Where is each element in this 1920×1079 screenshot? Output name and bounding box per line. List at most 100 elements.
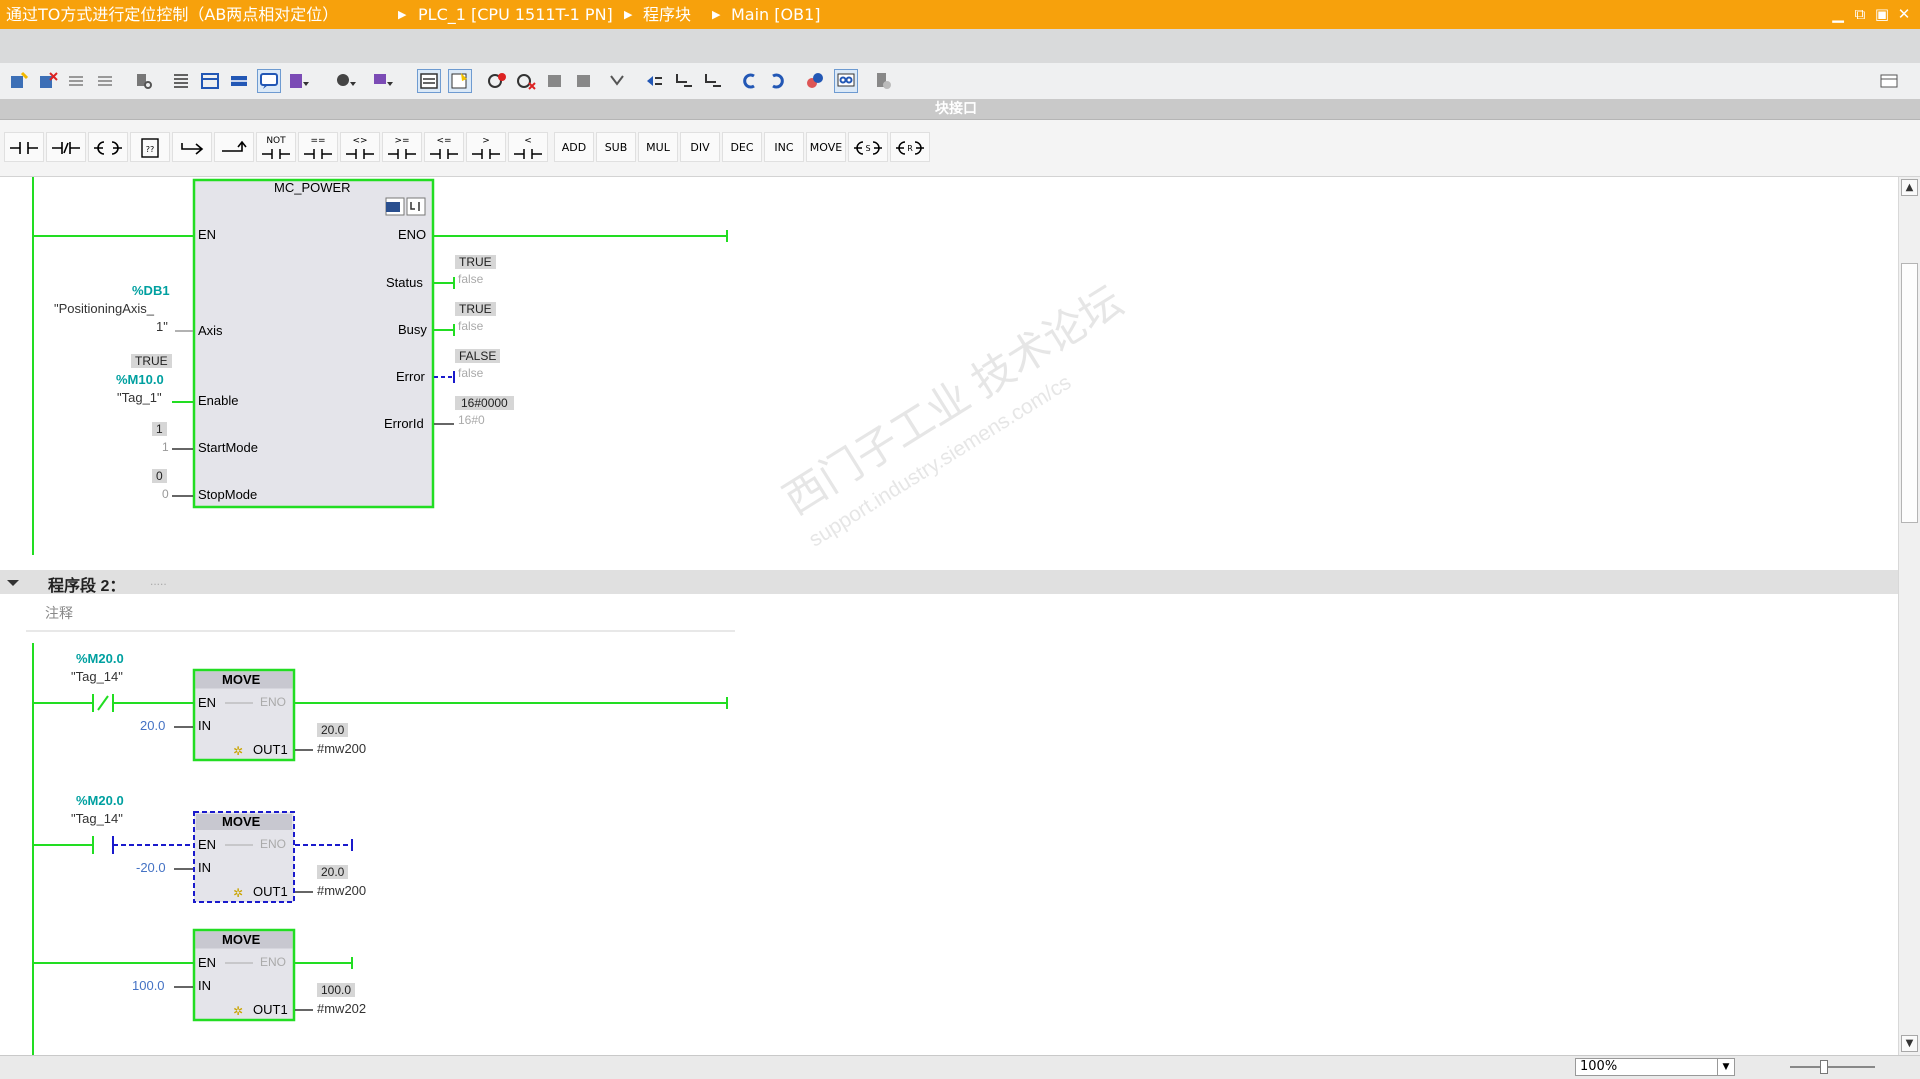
axis-tag-line1[interactable]: "PositioningAxis_	[54, 301, 154, 316]
move2-in-value[interactable]: -20.0	[136, 860, 166, 875]
add-row-icon[interactable]	[95, 70, 117, 92]
div-button[interactable]: DIV	[680, 132, 720, 162]
block-interface-bar[interactable]: 块接口	[0, 99, 1920, 120]
close-branch-button[interactable]	[214, 132, 254, 162]
axis-address[interactable]: %DB1	[132, 283, 170, 298]
highlight-icon[interactable]	[448, 69, 472, 93]
cmp-le-button[interactable]: <=	[424, 132, 464, 162]
network-overview-icon[interactable]	[417, 69, 441, 93]
set-breakpoint-icon[interactable]	[486, 70, 508, 92]
status-value[interactable]: false	[458, 272, 483, 286]
busy-value[interactable]: false	[458, 319, 483, 333]
move3-in-value[interactable]: 100.0	[132, 978, 165, 993]
set-coil-button[interactable]: S	[848, 132, 888, 162]
jump-previous-icon[interactable]	[643, 70, 665, 92]
panel-toggle-icon[interactable]	[1878, 70, 1900, 92]
delete-network-icon[interactable]	[37, 70, 59, 92]
svg-text:??: ??	[146, 145, 155, 154]
svg-text:✲: ✲	[233, 886, 243, 900]
sub-button[interactable]: SUB	[596, 132, 636, 162]
call-hierarchy-icon[interactable]	[804, 70, 826, 92]
rung2-contact-address[interactable]: %M20.0	[76, 793, 124, 808]
breadcrumb-program-blocks[interactable]: 程序块	[643, 0, 691, 29]
errorid-value[interactable]: 16#0	[458, 413, 485, 427]
breadcrumb-project[interactable]: 通过TO方式进行定位控制（AB两点相对定位）	[6, 0, 338, 29]
scroll-down-icon[interactable]: ▼	[1901, 1035, 1918, 1052]
enable-address[interactable]: %M10.0	[116, 372, 164, 387]
download-icon[interactable]	[872, 70, 894, 92]
coil-button[interactable]	[88, 132, 128, 162]
reset-coil-button[interactable]: R	[890, 132, 930, 162]
chevron-down-icon[interactable]: ▼	[1717, 1059, 1734, 1075]
tag-info-icon[interactable]	[371, 70, 393, 92]
insert-row-icon[interactable]	[66, 70, 88, 92]
restore-icon[interactable]: ⧉	[1850, 3, 1870, 25]
nc-contact-button[interactable]	[46, 132, 86, 162]
network2-title[interactable]: 程序段 2：	[48, 572, 125, 596]
startmode-value[interactable]: 1	[162, 440, 169, 454]
error-value[interactable]: false	[458, 366, 483, 380]
rung1-contact-tag[interactable]: "Tag_14"	[71, 669, 123, 684]
insert-network-icon[interactable]	[8, 70, 30, 92]
scroll-thumb[interactable]	[1901, 263, 1918, 523]
close-icon[interactable]: ✕	[1894, 3, 1914, 25]
ladder-canvas: ✲ ✲ ✲	[0, 177, 1898, 1055]
zoom-slider-knob[interactable]	[1820, 1060, 1828, 1074]
rung1-contact-address[interactable]: %M20.0	[76, 651, 124, 666]
navigate-icon[interactable]	[133, 70, 155, 92]
display-type-icon[interactable]	[287, 70, 309, 92]
move3-out-var[interactable]: #mw202	[317, 1001, 366, 1016]
next-error-icon[interactable]	[573, 70, 595, 92]
move3-pin-en: EN	[198, 955, 217, 970]
zoom-slider[interactable]	[1790, 1060, 1875, 1074]
move1-in-value[interactable]: 20.0	[140, 718, 165, 733]
not-contact-button[interactable]: NOT	[256, 132, 296, 162]
favorites-icon[interactable]	[199, 70, 221, 92]
minimize-icon[interactable]: ▁	[1828, 3, 1848, 25]
comments-icon[interactable]	[257, 69, 281, 93]
zoom-select[interactable]: 100% ▼	[1575, 1058, 1735, 1076]
cmp-ne-button[interactable]: <>	[340, 132, 380, 162]
no-contact-button[interactable]	[4, 132, 44, 162]
scroll-up-icon[interactable]: ▲	[1901, 179, 1918, 196]
cmp-ge-button[interactable]: >=	[382, 132, 422, 162]
delete-breakpoint-icon[interactable]	[515, 70, 537, 92]
cmp-lt-button[interactable]: <	[508, 132, 548, 162]
network2-title-placeholder[interactable]: .....	[150, 574, 167, 588]
move-button[interactable]: MOVE	[806, 132, 846, 162]
ladder-editor[interactable]: ✲ ✲ ✲ 西门子工业 技术论坛 support.industry.siemen…	[0, 177, 1898, 1055]
monitor-display-icon[interactable]	[334, 70, 356, 92]
move2-out-var[interactable]: #mw200	[317, 883, 366, 898]
undo-icon[interactable]	[738, 70, 760, 92]
open-branch-button[interactable]	[172, 132, 212, 162]
move1-out-var[interactable]: #mw200	[317, 741, 366, 756]
axis-tag-line2[interactable]: 1"	[156, 319, 168, 334]
redo-icon[interactable]	[767, 70, 789, 92]
rung2-contact-tag[interactable]: "Tag_14"	[71, 811, 123, 826]
enable-tag[interactable]: "Tag_1"	[117, 390, 162, 405]
jump-next-icon[interactable]	[672, 70, 694, 92]
network2-comment[interactable]: 注释	[45, 603, 73, 623]
first-error-icon[interactable]	[544, 70, 566, 92]
go-to-icon[interactable]	[606, 70, 628, 92]
monitoring-on-off-icon[interactable]	[834, 69, 858, 93]
cmp-eq-button[interactable]: ==	[298, 132, 338, 162]
jump-end-icon[interactable]	[701, 70, 723, 92]
empty-box-button[interactable]: ??	[130, 132, 170, 162]
stopmode-value[interactable]: 0	[162, 487, 169, 501]
dec-button[interactable]: DEC	[722, 132, 762, 162]
inc-button[interactable]: INC	[764, 132, 804, 162]
maximize-icon[interactable]: ▣	[1872, 3, 1892, 25]
move2-pin-out1: OUT1	[253, 884, 288, 899]
mul-button[interactable]: MUL	[638, 132, 678, 162]
pin-startmode: StartMode	[198, 440, 258, 455]
move1-pin-out1: OUT1	[253, 742, 288, 757]
absolute-operands-icon[interactable]	[170, 70, 192, 92]
vertical-scrollbar[interactable]: ▲ ▼	[1898, 177, 1920, 1055]
open-all-networks-icon[interactable]	[228, 70, 250, 92]
breadcrumb-main-ob1[interactable]: Main [OB1]	[731, 0, 821, 29]
cmp-gt-button[interactable]: >	[466, 132, 506, 162]
breadcrumb-plc[interactable]: PLC_1 [CPU 1511T-1 PN]	[418, 0, 613, 29]
add-button[interactable]: ADD	[554, 132, 594, 162]
move1-pin-en: EN	[198, 695, 217, 710]
